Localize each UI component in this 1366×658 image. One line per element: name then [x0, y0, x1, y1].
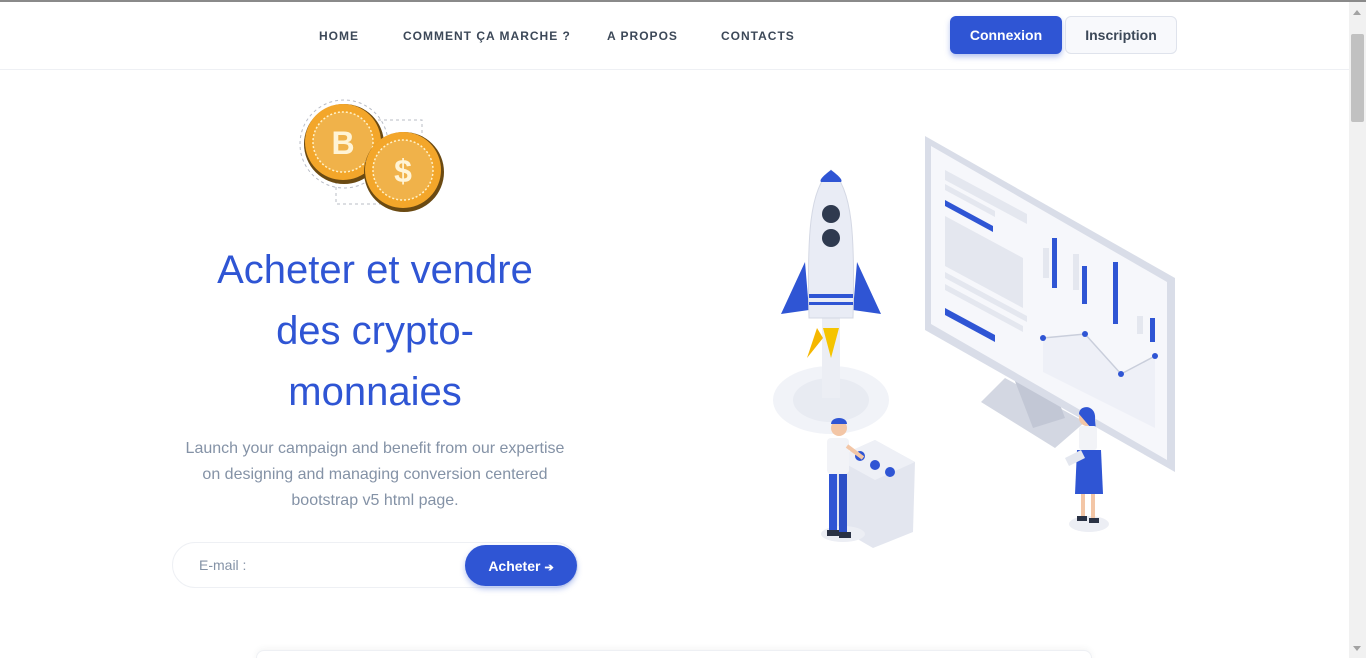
nav-link-contacts[interactable]: CONTACTS	[721, 29, 795, 43]
crypto-coins-illustration: B $	[299, 99, 444, 212]
hero-title-line-3: monnaies	[288, 370, 462, 414]
monitor-dashboard-icon	[925, 136, 1175, 472]
signup-button[interactable]: Inscription	[1065, 16, 1177, 54]
hero-description-line-3: bootstrap v5 html page.	[291, 492, 459, 509]
hero-title-line-1: Acheter et vendre	[217, 248, 533, 292]
scroll-up-arrow-icon[interactable]	[1353, 10, 1361, 15]
hero-description-line-2: on designing and managing conversion cen…	[202, 466, 548, 483]
email-input[interactable]	[187, 551, 457, 579]
scrollbar-thumb[interactable]	[1351, 34, 1364, 122]
nav-link-home[interactable]: HOME	[319, 29, 359, 43]
nav-link-how-it-works[interactable]: COMMENT ÇA MARCHE ?	[403, 29, 571, 43]
bitcoin-symbol: B	[331, 125, 354, 161]
scroll-down-arrow-icon[interactable]	[1353, 646, 1361, 651]
dollar-symbol: $	[394, 153, 412, 189]
hero-title: Acheter et vendre des crypto- monnaies	[175, 240, 575, 423]
features-card-top-edge	[256, 650, 1092, 658]
arrow-right-icon: ➔	[544, 561, 554, 574]
dollar-coin-icon: $	[364, 132, 444, 212]
rocket-dashboard-illustration	[773, 136, 1175, 548]
page-scrollbar[interactable]	[1349, 2, 1366, 658]
hero-description-line-1: Launch your campaign and benefit from ou…	[185, 440, 565, 457]
email-subscribe-form: Acheter➔	[172, 542, 578, 588]
hero-description: Launch your campaign and benefit from ou…	[175, 436, 575, 514]
hero-title-line-2: des crypto-	[276, 309, 474, 353]
buy-button-label: Acheter	[488, 557, 541, 574]
navbar: HOME COMMENT ÇA MARCHE ? A PROPOS CONTAC…	[0, 2, 1349, 70]
nav-link-about[interactable]: A PROPOS	[607, 29, 678, 43]
buy-button[interactable]: Acheter ➔	[465, 545, 577, 586]
rocket-icon	[781, 169, 881, 358]
login-button[interactable]: Connexion	[950, 16, 1062, 54]
